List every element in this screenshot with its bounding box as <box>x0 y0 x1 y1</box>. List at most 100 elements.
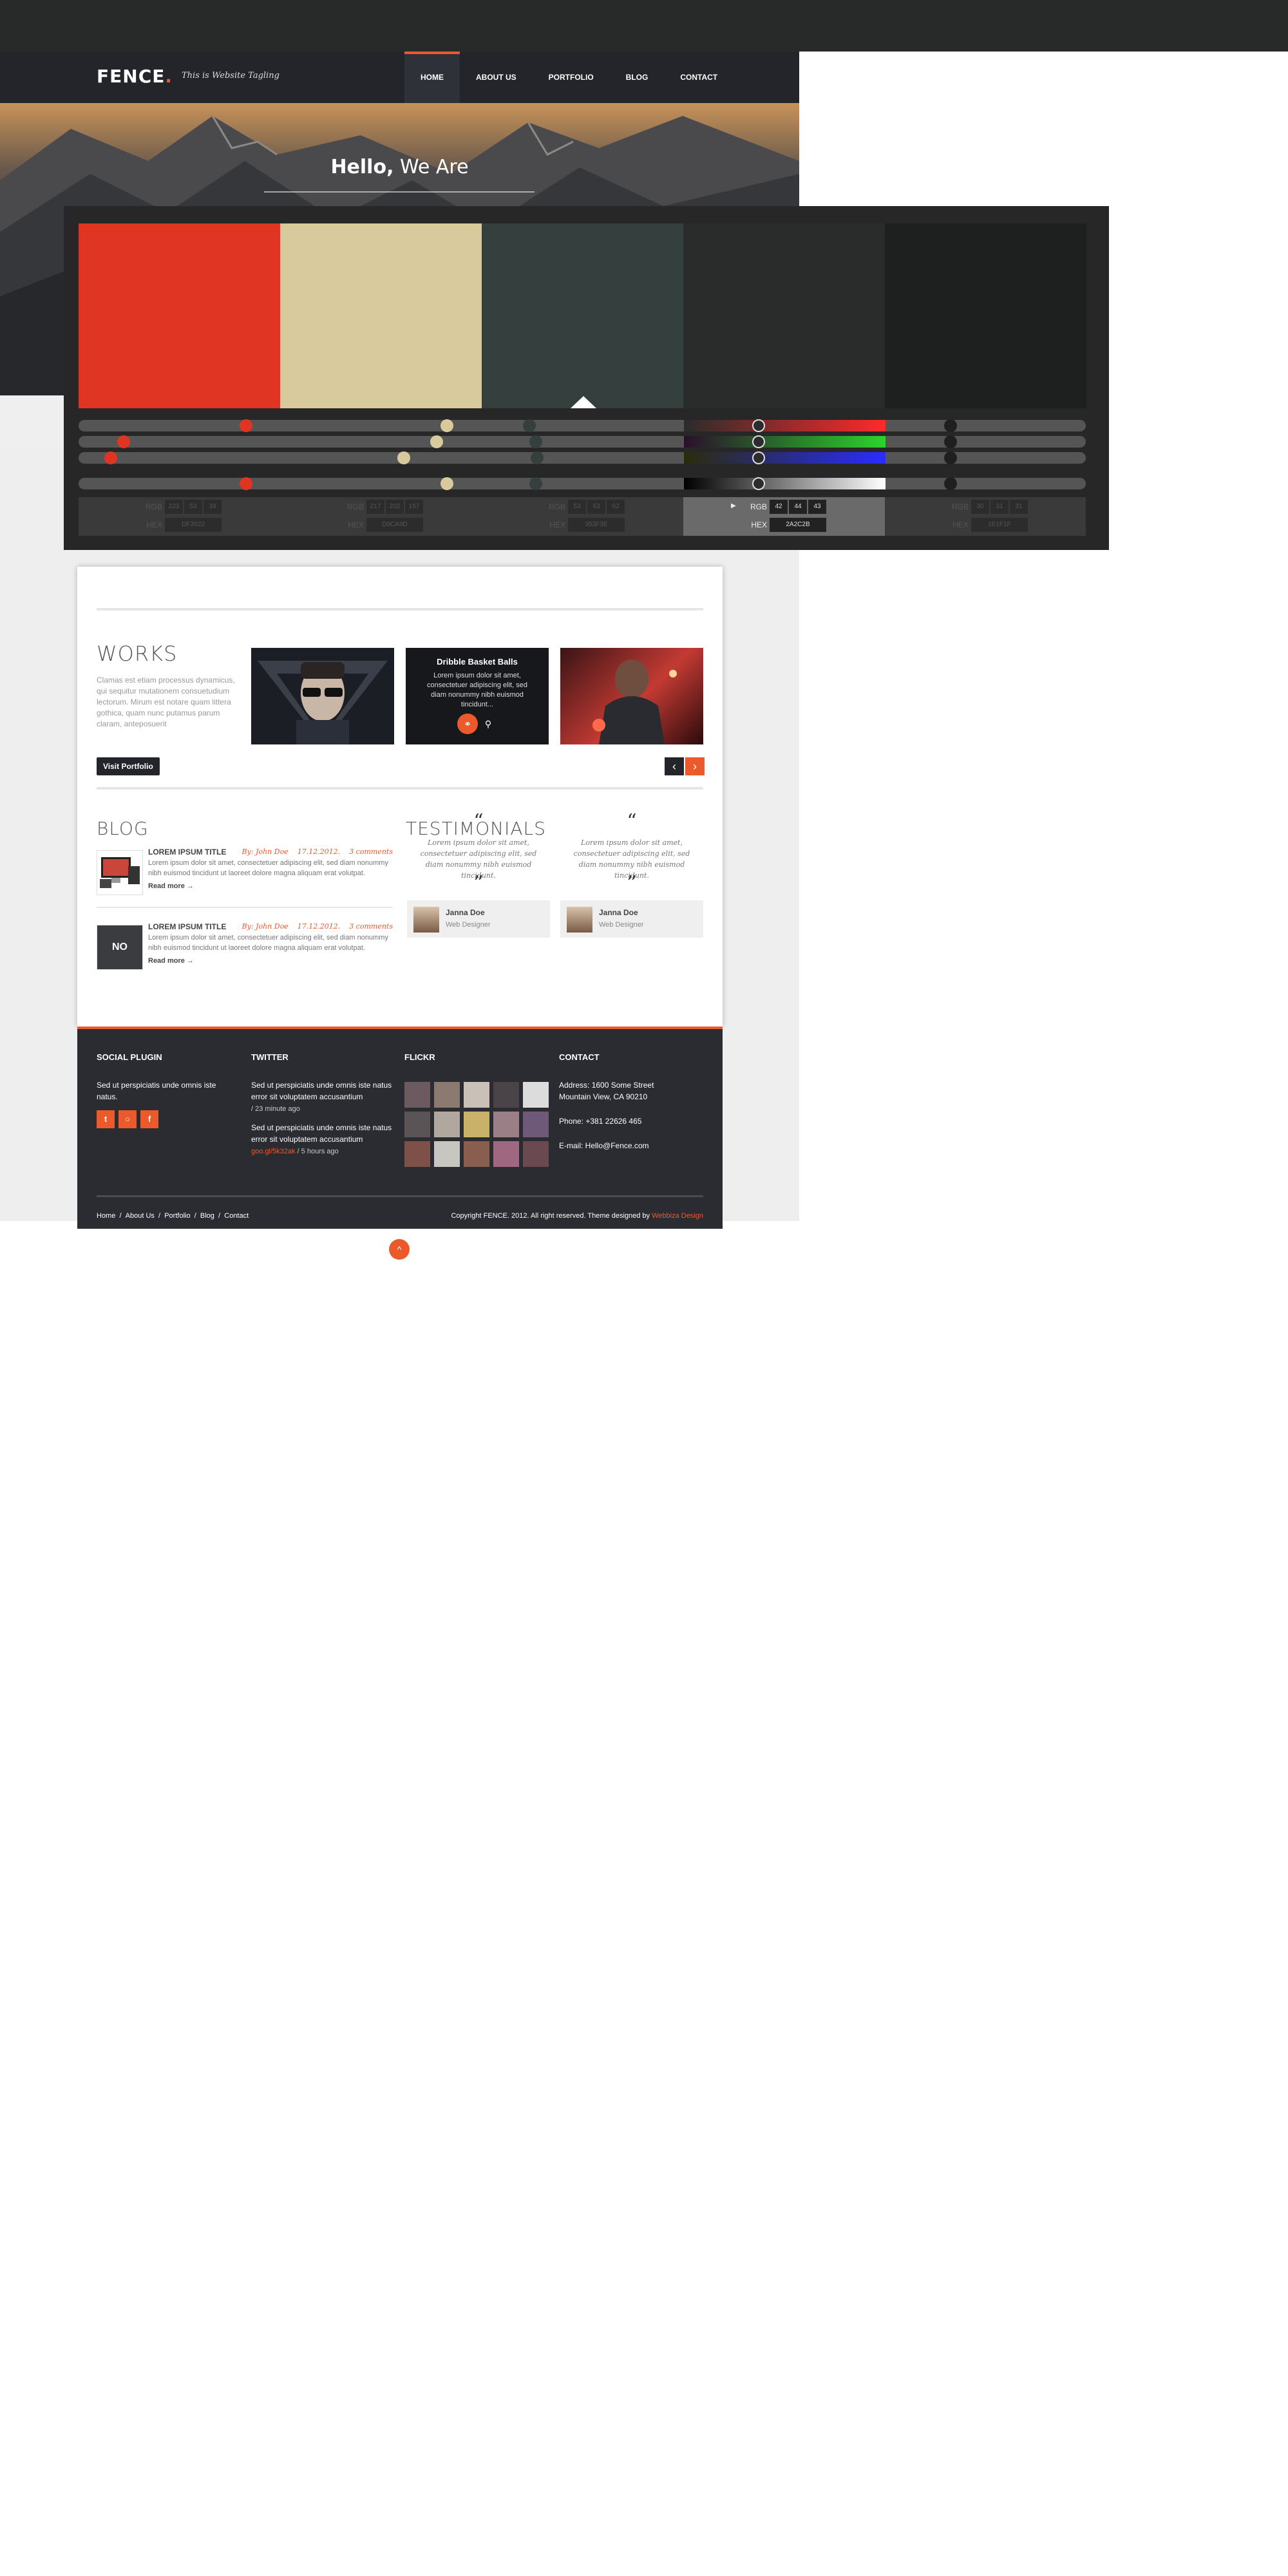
r-field[interactable]: 223 <box>165 500 183 514</box>
nav-portfolio[interactable]: PORTFOLIO <box>533 52 610 103</box>
nav-about-us[interactable]: ABOUT US <box>460 52 533 103</box>
slider-knob[interactable] <box>944 477 957 490</box>
slider-knob[interactable] <box>240 477 252 490</box>
link-icon[interactable]: ⚭ <box>457 714 478 734</box>
g-field[interactable]: 44 <box>789 500 807 514</box>
slider-knob[interactable] <box>944 451 957 464</box>
footer-link-portfolio[interactable]: Portfolio <box>164 1212 190 1220</box>
flickr-photo[interactable] <box>493 1141 519 1167</box>
slider-knob[interactable] <box>944 435 957 448</box>
site-logo[interactable]: FENCE. <box>97 66 173 87</box>
visit-portfolio-button[interactable]: Visit Portfolio <box>97 757 160 775</box>
facebook-icon[interactable]: f <box>140 1110 158 1128</box>
blog-post-title[interactable]: LOREM IPSUM TITLE <box>148 922 226 931</box>
g-field[interactable]: 63 <box>587 500 605 514</box>
carousel-prev-button[interactable]: ‹ <box>665 757 684 775</box>
footer-link-blog[interactable]: Blog <box>200 1212 214 1220</box>
hex-field[interactable]: 2A2C2B <box>770 518 826 532</box>
slider-knob-active[interactable] <box>752 419 765 432</box>
r-field[interactable]: 42 <box>770 500 788 514</box>
flickr-photo[interactable] <box>493 1112 519 1137</box>
slider-knob[interactable] <box>944 419 957 432</box>
flickr-photo[interactable] <box>464 1141 489 1167</box>
flickr-photo[interactable] <box>404 1141 430 1167</box>
flickr-photo[interactable] <box>523 1141 549 1167</box>
portfolio-thumb-3[interactable] <box>560 648 703 744</box>
slider-knob[interactable] <box>529 477 542 490</box>
flickr-photo[interactable] <box>434 1112 460 1137</box>
read-more-link[interactable]: Read more → <box>148 957 194 965</box>
blog-post-title[interactable]: LOREM IPSUM TITLE <box>148 848 226 857</box>
slider-knob[interactable] <box>397 451 410 464</box>
b-field[interactable]: 62 <box>607 500 625 514</box>
slider-knob[interactable] <box>240 419 252 432</box>
flickr-title: FLICKR <box>404 1052 435 1062</box>
blog-post-thumbnail[interactable]: NO <box>97 925 143 970</box>
back-to-top-button[interactable]: ^ <box>389 1239 410 1260</box>
r-field[interactable]: 30 <box>971 500 989 514</box>
hex-field[interactable]: 353F3E <box>568 518 625 532</box>
flickr-photo[interactable] <box>523 1082 549 1108</box>
footer-link-about-us[interactable]: About Us <box>126 1212 155 1220</box>
slider-knob[interactable] <box>104 451 117 464</box>
contact-email[interactable]: E-mail: Hello@Fence.com <box>559 1140 649 1151</box>
blog-post-thumbnail[interactable] <box>97 850 143 895</box>
flickr-photo[interactable] <box>464 1082 489 1108</box>
slider-knob-active[interactable] <box>752 477 765 490</box>
green-channel-slider[interactable] <box>79 435 1086 448</box>
carousel-next-button[interactable]: › <box>685 757 705 775</box>
slider-knob[interactable] <box>523 419 536 432</box>
color-swatch-3[interactable] <box>482 223 683 408</box>
portfolio-thumb-1[interactable] <box>251 648 394 744</box>
b-field[interactable]: 31 <box>1010 500 1028 514</box>
r-field[interactable]: 217 <box>366 500 384 514</box>
slider-knob-active[interactable] <box>752 451 765 464</box>
nav-contact[interactable]: CONTACT <box>664 52 734 103</box>
slider-knob[interactable] <box>529 435 542 448</box>
footer-link-contact[interactable]: Contact <box>224 1212 249 1220</box>
portfolio-thumb-2-hover[interactable]: Dribble Basket Balls Lorem ipsum dolor s… <box>406 648 549 744</box>
flickr-photo[interactable] <box>464 1112 489 1137</box>
read-more-link[interactable]: Read more → <box>148 882 194 890</box>
comments-link[interactable]: 3 comments <box>349 848 393 856</box>
slider-knob-active[interactable] <box>752 435 765 448</box>
flickr-photo[interactable] <box>404 1082 430 1108</box>
color-swatch-4-selected[interactable] <box>683 223 885 408</box>
color-swatch-2[interactable] <box>280 223 482 408</box>
red-channel-slider[interactable] <box>79 419 1086 432</box>
avatar <box>413 907 439 933</box>
color-swatch-1[interactable] <box>79 223 280 408</box>
flickr-photo[interactable] <box>434 1082 460 1108</box>
flickr-photo[interactable] <box>523 1112 549 1137</box>
slider-knob[interactable] <box>117 435 130 448</box>
slider-knob[interactable] <box>440 477 453 490</box>
hex-field[interactable]: DF3522 <box>165 518 222 532</box>
twitter-icon[interactable]: t <box>97 1110 115 1128</box>
g-field[interactable]: 202 <box>386 500 404 514</box>
brightness-slider[interactable] <box>79 477 1086 490</box>
designer-link[interactable]: Webbiza Design <box>652 1212 703 1220</box>
g-field[interactable]: 31 <box>990 500 1009 514</box>
blue-channel-slider[interactable] <box>79 451 1086 464</box>
color-swatch-5[interactable] <box>885 223 1086 408</box>
g-field[interactable]: 53 <box>184 500 202 514</box>
nav-blog[interactable]: BLOG <box>610 52 665 103</box>
flickr-photo[interactable] <box>493 1082 519 1108</box>
b-field[interactable]: 43 <box>808 500 826 514</box>
search-icon[interactable]: ⚲ <box>478 714 498 734</box>
flickr-photo[interactable] <box>434 1141 460 1167</box>
footer-link-home[interactable]: Home <box>97 1212 115 1220</box>
slider-knob[interactable] <box>430 435 443 448</box>
dribbble-icon[interactable]: ○ <box>118 1110 137 1128</box>
tweet-link[interactable]: goo.gl/5k32ak <box>251 1148 296 1155</box>
b-field[interactable]: 157 <box>405 500 423 514</box>
hex-field[interactable]: D9CA9D <box>366 518 423 532</box>
b-field[interactable]: 34 <box>204 500 222 514</box>
comments-link[interactable]: 3 comments <box>349 922 393 931</box>
nav-home[interactable]: HOME <box>404 52 460 103</box>
slider-knob[interactable] <box>440 419 453 432</box>
hex-field[interactable]: 1E1F1F <box>971 518 1028 532</box>
r-field[interactable]: 53 <box>568 500 586 514</box>
flickr-photo[interactable] <box>404 1112 430 1137</box>
slider-knob[interactable] <box>531 451 544 464</box>
